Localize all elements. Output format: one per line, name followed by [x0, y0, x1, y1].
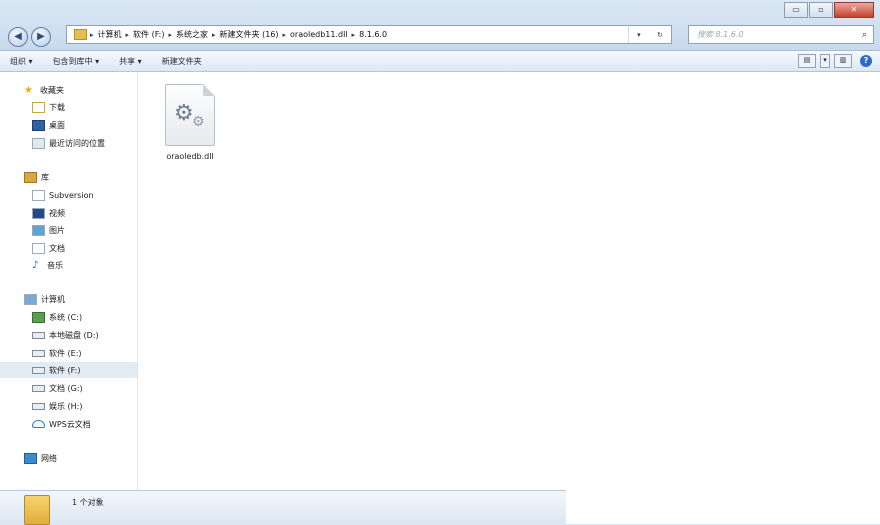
view-dropdown-button[interactable]: ▾: [820, 54, 830, 68]
sidebar-item-label: 收藏夹: [40, 85, 64, 95]
breadcrumb-item[interactable]: 8.1.6.0: [355, 30, 391, 39]
sidebar-item-label: 娱乐 (H:): [49, 401, 83, 411]
forward-button[interactable]: ▶: [31, 27, 51, 47]
folder-icon: [24, 495, 50, 525]
share-menu[interactable]: 共享 ▾: [109, 56, 152, 67]
file-name: oraoledb.dll: [166, 152, 214, 161]
breadcrumb-item[interactable]: 新建文件夹 (16): [216, 29, 283, 40]
preview-pane-button[interactable]: ▥: [834, 54, 852, 68]
address-bar[interactable]: ▸ 计算机 ▸ 软件 (F:) ▸ 系统之家 ▸ 新建文件夹 (16) ▸ or…: [66, 25, 672, 44]
sidebar-item-label: 本地磁盘 (D:): [49, 330, 99, 340]
help-icon[interactable]: ?: [860, 55, 872, 67]
sidebar-item-label: 音乐: [47, 260, 63, 270]
close-button[interactable]: ✕: [834, 2, 874, 18]
back-button[interactable]: ◀: [8, 27, 28, 47]
search-box[interactable]: 搜索 8.1.6.0 ⌕: [688, 25, 874, 44]
address-dropdown-button[interactable]: ▾: [637, 31, 641, 39]
sidebar-item-label: 下载: [49, 102, 65, 112]
cloud-icon: [32, 420, 45, 428]
breadcrumb-item[interactable]: oraoledb11.dll: [286, 30, 352, 39]
download-icon: [32, 101, 45, 113]
desktop-icon: [32, 119, 45, 131]
network-icon: [24, 452, 37, 464]
command-bar: 组织 ▾ 包含到库中 ▾ 共享 ▾ 新建文件夹 ▤ ▾ ▥ ?: [0, 51, 880, 72]
recent-places-icon: [32, 137, 45, 149]
breadcrumb-item[interactable]: 软件 (F:): [129, 29, 168, 40]
breadcrumb-item[interactable]: 系统之家: [172, 29, 212, 40]
sidebar-item-label: Subversion: [49, 190, 94, 200]
system-drive-icon: [32, 311, 45, 323]
change-view-button[interactable]: ▤: [798, 54, 816, 68]
arrow-right-icon: ▶: [37, 31, 45, 42]
sidebar-item-label: 软件 (F:): [49, 365, 81, 375]
file-item[interactable]: ⚙ ⚙ oraoledb.dll: [160, 84, 220, 161]
document-icon: [32, 189, 45, 201]
video-icon: [32, 207, 45, 219]
blank-region: [566, 334, 880, 524]
sidebar-item-label: 桌面: [49, 120, 65, 130]
search-input[interactable]: 搜索 8.1.6.0: [689, 29, 744, 40]
item-count: 1 个对象: [72, 498, 104, 507]
hard-drive-icon: [32, 349, 45, 357]
hard-drive-icon: [32, 331, 45, 339]
sidebar-item-label: 系统 (C:): [49, 312, 83, 322]
library-icon: [24, 171, 37, 183]
breadcrumb: ▸ 计算机 ▸ 软件 (F:) ▸ 系统之家 ▸ 新建文件夹 (16) ▸ or…: [67, 29, 628, 40]
sidebar-item-label: 最近访问的位置: [49, 138, 105, 148]
search-icon[interactable]: ⌕: [862, 30, 873, 40]
breadcrumb-item[interactable]: 计算机: [94, 29, 126, 40]
computer-icon: [24, 293, 37, 305]
star-icon: ★: [24, 84, 33, 96]
sidebar-item-label: 视频: [49, 208, 65, 218]
sidebar-item-drive-f[interactable]: 软件 (F:): [0, 362, 137, 378]
sidebar-item-label: 软件 (E:): [49, 348, 82, 358]
maximize-button[interactable]: ▫: [809, 2, 833, 18]
new-folder-button[interactable]: 新建文件夹: [152, 56, 212, 67]
sidebar-item-label: 库: [41, 172, 49, 182]
hard-drive-icon: [32, 366, 45, 374]
arrow-left-icon: ◀: [14, 31, 22, 42]
document-icon: [32, 242, 45, 254]
gear-icon: ⚙: [174, 101, 194, 126]
minimize-button[interactable]: ▭: [784, 2, 808, 18]
picture-icon: [32, 224, 45, 236]
explorer-window: ▭ ▫ ✕ ◀ ▶ ▸ 计算机 ▸ 软件 (F:) ▸ 系统之家 ▸ 新建文件夹…: [0, 0, 880, 525]
title-bar: ▭ ▫ ✕ ◀ ▶ ▸ 计算机 ▸ 软件 (F:) ▸ 系统之家 ▸ 新建文件夹…: [0, 0, 880, 51]
sidebar-item-label: 文档: [49, 243, 65, 253]
refresh-icon[interactable]: ↻: [657, 31, 663, 39]
gear-icon: ⚙: [192, 114, 205, 130]
sidebar-item-label: 文档 (G:): [49, 383, 83, 393]
music-note-icon: ♪: [32, 259, 39, 271]
hard-drive-icon: [32, 384, 45, 392]
include-in-library-menu[interactable]: 包含到库中 ▾: [43, 56, 110, 67]
sidebar-item-label: 计算机: [41, 294, 65, 304]
organize-menu[interactable]: 组织 ▾: [0, 56, 43, 67]
sidebar-item-label: WPS云文档: [49, 419, 91, 429]
gear-file-icon: ⚙ ⚙: [165, 84, 215, 146]
view-controls: ▤ ▾ ▥ ?: [794, 54, 872, 68]
folder-icon: [74, 29, 87, 40]
navigation-pane: ★ 收藏夹 下载 桌面 最近访问的位置 库 Subversion 视频 图片 文…: [0, 72, 138, 490]
window-controls: ▭ ▫ ✕: [783, 2, 874, 18]
address-actions: ▾ ↻: [628, 26, 671, 43]
sidebar-item-label: 网络: [41, 453, 57, 463]
sidebar-item-label: 图片: [49, 225, 65, 235]
hard-drive-icon: [32, 402, 45, 410]
